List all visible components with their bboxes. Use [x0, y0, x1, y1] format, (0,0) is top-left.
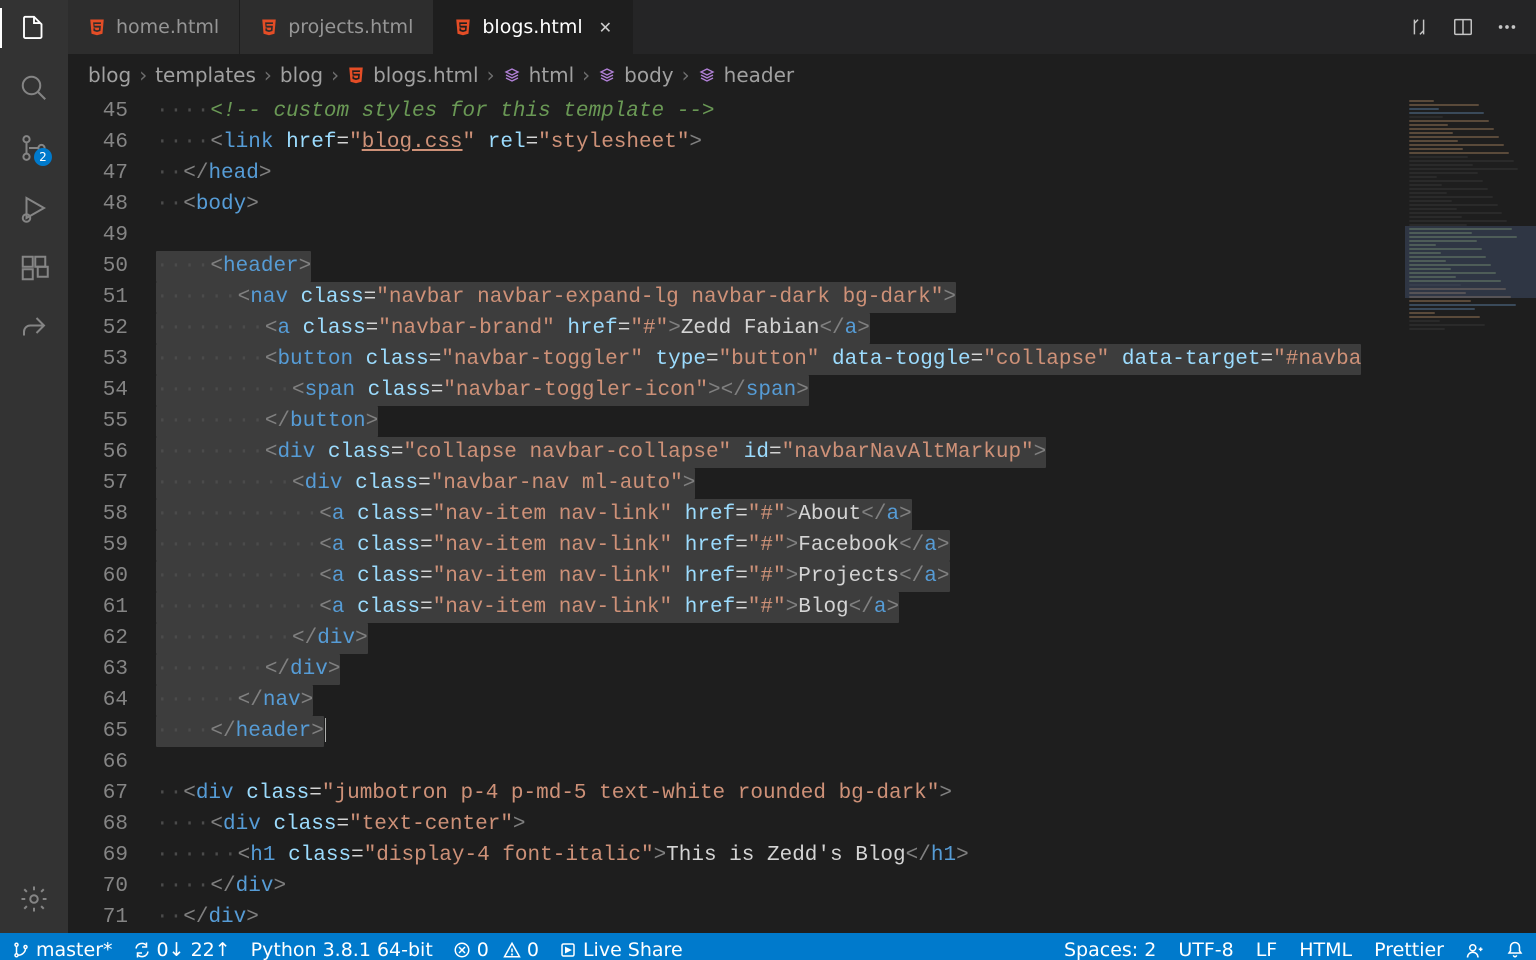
- activity-bar: 2: [0, 0, 68, 933]
- status-live-share[interactable]: Live Share: [559, 939, 683, 960]
- close-tab-icon[interactable]: ✕: [599, 18, 612, 37]
- status-sync[interactable]: 0↓ 22↑: [133, 939, 231, 960]
- html-file-icon: [88, 18, 106, 36]
- more-icon[interactable]: [1496, 16, 1518, 38]
- breadcrumb-folder[interactable]: templates: [155, 63, 256, 87]
- search-icon[interactable]: [18, 72, 50, 104]
- editor-group: home.html projects.html blogs.html ✕ blo…: [68, 0, 1536, 933]
- symbol-icon: [503, 66, 521, 84]
- minimap[interactable]: [1404, 96, 1536, 933]
- minimap-viewport[interactable]: [1405, 226, 1536, 298]
- breadcrumb-file[interactable]: blogs.html: [347, 63, 479, 87]
- tab-blogs[interactable]: blogs.html ✕: [434, 0, 633, 54]
- live-share-icon[interactable]: [18, 312, 50, 344]
- status-branch[interactable]: master*: [12, 939, 113, 960]
- breadcrumb-symbol[interactable]: header: [698, 63, 794, 87]
- symbol-icon: [698, 66, 716, 84]
- status-interpreter[interactable]: Python 3.8.1 64-bit: [251, 939, 433, 960]
- breadcrumb-symbol[interactable]: html: [503, 63, 575, 87]
- feedback-icon[interactable]: [1466, 941, 1484, 959]
- status-bar: master* 0↓ 22↑ Python 3.8.1 64-bit 0 0 L…: [0, 933, 1536, 960]
- source-control-icon[interactable]: 2: [18, 132, 50, 164]
- tab-home[interactable]: home.html: [68, 0, 240, 54]
- tab-label: home.html: [116, 16, 219, 38]
- status-eol[interactable]: LF: [1256, 939, 1278, 960]
- status-formatter[interactable]: Prettier: [1374, 939, 1444, 960]
- status-encoding[interactable]: UTF-8: [1178, 939, 1233, 960]
- tab-label: blogs.html: [482, 16, 582, 38]
- status-spaces[interactable]: Spaces: 2: [1064, 939, 1156, 960]
- code-editor[interactable]: 4546474849505152535455565758596061626364…: [68, 96, 1404, 933]
- line-number-gutter: 4546474849505152535455565758596061626364…: [68, 96, 156, 933]
- code-content[interactable]: ····<!-- custom styles for this template…: [156, 96, 1361, 933]
- split-editor-icon[interactable]: [1452, 16, 1474, 38]
- status-problems[interactable]: 0 0: [453, 939, 539, 960]
- bell-icon[interactable]: [1506, 941, 1524, 959]
- html-file-icon: [260, 18, 278, 36]
- extensions-icon[interactable]: [18, 252, 50, 284]
- run-debug-icon[interactable]: [18, 192, 50, 224]
- status-language[interactable]: HTML: [1299, 939, 1352, 960]
- breadcrumb[interactable]: blog› templates› blog› blogs.html › html…: [68, 54, 1536, 96]
- compare-changes-icon[interactable]: [1408, 16, 1430, 38]
- symbol-icon: [598, 66, 616, 84]
- explorer-icon[interactable]: [18, 12, 50, 44]
- html-file-icon: [454, 18, 472, 36]
- settings-gear-icon[interactable]: [18, 883, 50, 915]
- tab-label: projects.html: [288, 16, 413, 38]
- breadcrumb-folder[interactable]: blog: [88, 63, 131, 87]
- tab-bar: home.html projects.html blogs.html ✕: [68, 0, 1536, 54]
- tab-projects[interactable]: projects.html: [240, 0, 434, 54]
- breadcrumb-symbol[interactable]: body: [598, 63, 673, 87]
- html-file-icon: [347, 66, 365, 84]
- scm-badge: 2: [34, 148, 52, 166]
- breadcrumb-folder[interactable]: blog: [280, 63, 323, 87]
